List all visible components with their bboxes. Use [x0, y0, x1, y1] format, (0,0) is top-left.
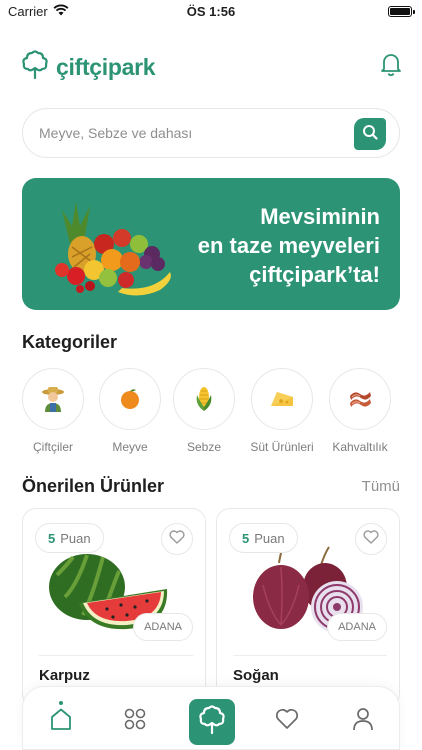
points-label: Puan	[254, 530, 285, 546]
points-value: 5	[242, 530, 250, 546]
battery-icon	[388, 6, 415, 17]
search-icon	[362, 124, 378, 145]
category-breakfast[interactable]: Kahvaltılık	[322, 368, 398, 454]
search-button[interactable]	[354, 118, 386, 150]
heart-icon	[275, 708, 299, 735]
category-dairy[interactable]: Süt Ürünleri	[244, 368, 320, 454]
product-card[interactable]: 5 Puan ADANA Soğan	[216, 508, 400, 708]
points-label: Puan	[60, 530, 91, 546]
fruit-basket-image	[42, 192, 182, 302]
grid-icon	[124, 708, 146, 735]
location-badge: ADANA	[327, 613, 387, 641]
home-icon	[49, 707, 73, 736]
banner-line-1: Mevsiminin	[260, 204, 380, 229]
logo-text: çiftçipark	[56, 54, 156, 80]
banner-headline: Mevsiminin en taze meyveleri çiftçipark’…	[198, 202, 380, 289]
corn-icon	[173, 368, 235, 430]
see-all-link[interactable]: Tümü	[362, 478, 400, 495]
points-badge: 5 Puan	[35, 523, 104, 553]
banner-line-2: en taze meyveleri	[197, 233, 380, 258]
recommended-title: Önerilen Ürünler	[22, 476, 165, 496]
card-divider	[233, 655, 387, 656]
bottom-tab-bar	[22, 686, 400, 750]
product-card[interactable]: 5 Puan ADANA Karpuz	[22, 508, 206, 708]
farmer-icon	[22, 368, 84, 430]
category-label: Çiftçiler	[32, 440, 73, 454]
clock: ÖS 1:56	[186, 4, 236, 19]
category-label: Kahvaltılık	[332, 440, 388, 454]
tab-favorites[interactable]	[273, 707, 301, 735]
search-input[interactable]	[39, 109, 339, 157]
category-farmers[interactable]: Çiftçiler	[15, 368, 91, 454]
categories-title: Kategoriler	[22, 332, 118, 352]
tab-home[interactable]	[47, 707, 75, 735]
app-logo: çiftçipark	[22, 50, 156, 85]
category-label: Süt Ürünleri	[250, 440, 314, 454]
category-label: Meyve	[112, 440, 148, 454]
bacon-icon	[329, 368, 391, 430]
heart-icon	[363, 529, 379, 549]
product-name: Soğan	[233, 667, 279, 684]
category-list: Çiftçiler Meyve Sebze Süt Ürünleri Kahva…	[22, 368, 422, 458]
status-bar: Carrier ÖS 1:56	[0, 0, 422, 24]
favorite-button[interactable]	[355, 523, 387, 555]
card-divider	[39, 655, 193, 656]
promo-banner[interactable]: Mevsiminin en taze meyveleri çiftçipark’…	[22, 178, 400, 310]
tab-profile[interactable]	[349, 707, 377, 735]
search-bar	[22, 108, 400, 158]
cheese-icon	[251, 368, 313, 430]
location-badge: ADANA	[133, 613, 193, 641]
favorite-button[interactable]	[161, 523, 193, 555]
heart-icon	[169, 529, 185, 549]
tab-categories[interactable]	[121, 707, 149, 735]
product-name: Karpuz	[39, 667, 90, 684]
profile-icon	[352, 707, 374, 736]
orange-icon	[99, 368, 161, 430]
category-vegetables[interactable]: Sebze	[166, 368, 242, 454]
logo-tree-icon	[199, 704, 225, 740]
bell-icon[interactable]	[380, 52, 402, 81]
points-value: 5	[48, 530, 56, 546]
tree-logo-icon	[22, 50, 48, 85]
category-label: Sebze	[186, 440, 222, 454]
category-fruit[interactable]: Meyve	[92, 368, 168, 454]
banner-line-3: çiftçipark’ta!	[249, 262, 380, 287]
points-badge: 5 Puan	[229, 523, 298, 553]
active-tab-indicator	[59, 701, 63, 705]
tab-farmers-center[interactable]	[189, 699, 235, 745]
app-header: çiftçipark	[22, 48, 402, 82]
